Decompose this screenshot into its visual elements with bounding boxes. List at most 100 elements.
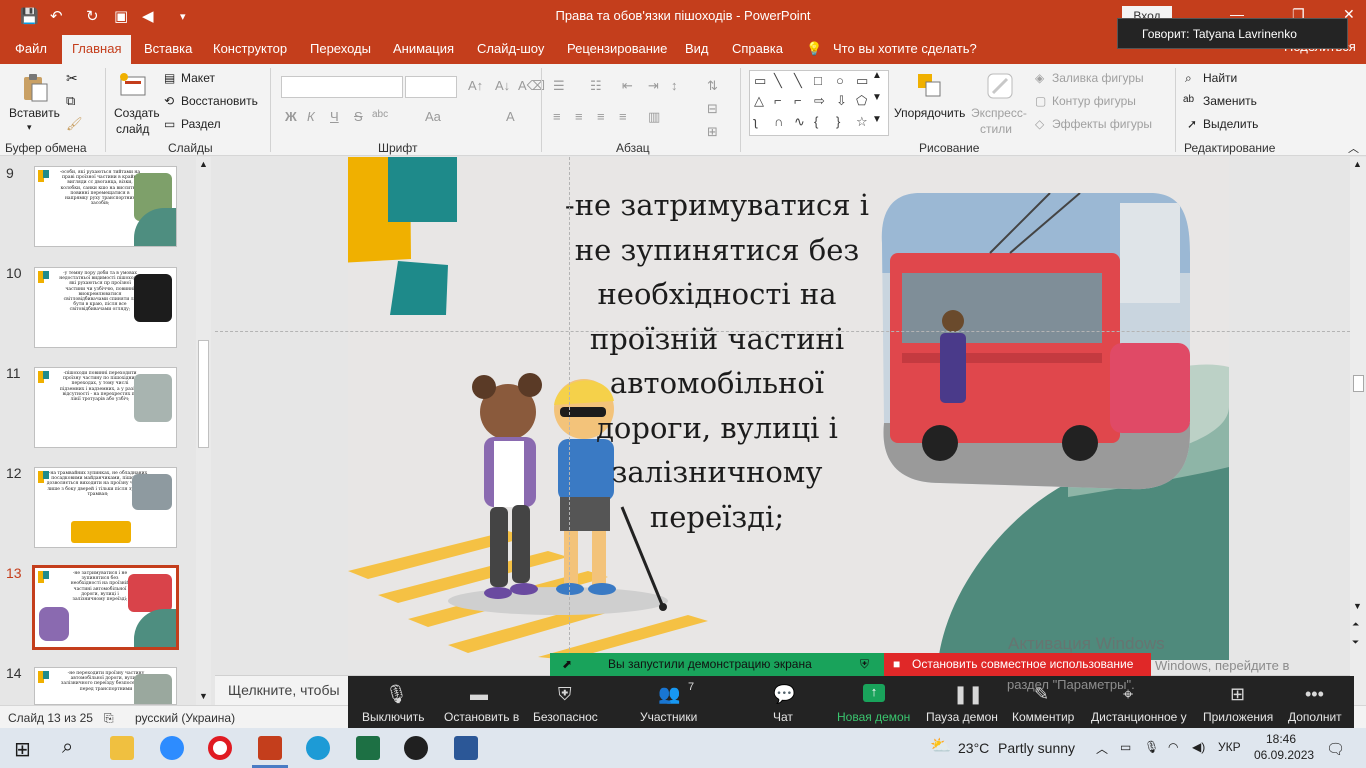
media-player-icon[interactable]	[404, 736, 428, 760]
previous-slide-icon[interactable]: ⏶	[1352, 619, 1359, 630]
underline-button[interactable]: Ч	[330, 109, 339, 124]
section-button[interactable]: Раздел	[181, 117, 221, 131]
share-screen-icon[interactable]: ↑	[863, 684, 885, 702]
scroll-up-icon[interactable]: ▲	[199, 159, 208, 169]
collapse-ribbon-icon[interactable]: ︿	[1348, 140, 1359, 156]
copy-icon[interactable]: ⧉	[66, 93, 75, 109]
replace-button[interactable]: Заменить	[1203, 94, 1257, 108]
slide-thumbnail-11[interactable]: -пішоходи повинні переходити проїзну час…	[34, 367, 177, 448]
file-explorer-icon[interactable]	[110, 736, 134, 760]
new-share-button[interactable]: Новая демон	[837, 710, 910, 724]
align-center-icon[interactable]: ≡	[575, 109, 583, 124]
scroll-thumb[interactable]	[1353, 375, 1364, 392]
powerpoint-icon[interactable]	[258, 736, 282, 760]
windows-start-icon[interactable]: ⊞	[14, 737, 31, 762]
clock-time[interactable]: 18:46	[1266, 732, 1296, 746]
change-case-button[interactable]: Aa	[425, 109, 441, 124]
quick-styles-icon[interactable]	[985, 71, 1015, 101]
numbering-icon[interactable]: ☷	[590, 78, 602, 94]
pause-icon[interactable]: ❚❚	[953, 684, 983, 705]
edge-icon[interactable]	[306, 736, 330, 760]
paste-button[interactable]: Вставить	[9, 106, 60, 120]
shape-effects-icon[interactable]: ◇	[1035, 117, 1044, 131]
align-text-icon[interactable]: ⊟	[707, 101, 718, 117]
quick-styles-button[interactable]: Экспресс-	[971, 106, 1027, 120]
weather-temp[interactable]: 23°C	[958, 740, 989, 756]
tab-design[interactable]: Конструктор	[213, 41, 287, 56]
shape-effects-button[interactable]: Эффекты фигуры	[1052, 117, 1152, 131]
paste-icon[interactable]	[20, 72, 50, 102]
shape-outline-button[interactable]: Контур фигуры	[1052, 94, 1136, 108]
show-hidden-icons[interactable]: ︿	[1096, 740, 1108, 757]
spellcheck-icon[interactable]: ⎘	[104, 711, 114, 726]
keyboard-language[interactable]: УКР	[1218, 740, 1241, 754]
tab-slideshow[interactable]: Слайд-шоу	[477, 41, 544, 56]
more-button[interactable]: Дополнит	[1288, 710, 1342, 724]
search-icon[interactable]: ⌕	[62, 736, 73, 759]
pause-share-button[interactable]: Пауза демон	[926, 710, 998, 724]
excel-icon[interactable]	[356, 736, 380, 760]
microphone-icon[interactable]: 🎙	[385, 684, 408, 705]
current-slide[interactable]: -не затримуватися і не зупинятися без не…	[348, 157, 1229, 660]
chat-button[interactable]: Чат	[773, 710, 793, 724]
italic-button[interactable]: К	[307, 109, 315, 124]
shape-outline-icon[interactable]: ▢	[1035, 94, 1046, 108]
shape-fill-button[interactable]: Заливка фигуры	[1052, 71, 1144, 85]
font-size-dropdown[interactable]	[405, 76, 457, 98]
weather-icon[interactable]: ⛅	[930, 736, 951, 756]
scroll-down-icon[interactable]: ▼	[199, 691, 208, 701]
tab-animation[interactable]: Анимация	[393, 41, 454, 56]
opera-icon[interactable]	[208, 736, 232, 760]
new-slide-button[interactable]: Создать	[114, 106, 160, 120]
line-spacing-icon[interactable]: ↕	[671, 78, 678, 93]
find-button[interactable]: Найти	[1203, 71, 1237, 85]
find-icon[interactable]: ⌕	[1185, 71, 1192, 86]
battery-icon[interactable]: ▭	[1120, 740, 1131, 754]
remote-control-button[interactable]: Дистанционное у	[1091, 710, 1187, 724]
select-button[interactable]: Выделить	[1203, 117, 1258, 131]
font-family-dropdown[interactable]	[281, 76, 403, 98]
chat-icon[interactable]: 💬	[773, 684, 795, 705]
word-icon[interactable]	[454, 736, 478, 760]
align-left-icon[interactable]: ≡	[553, 109, 561, 124]
quick-styles-button-line2[interactable]: стили	[980, 122, 1012, 136]
layout-button[interactable]: Макет	[181, 71, 215, 85]
apps-icon[interactable]: ⊞	[1230, 684, 1245, 705]
cut-icon[interactable]: ✂	[66, 70, 78, 87]
gallery-more-icon[interactable]: ▼	[872, 114, 882, 125]
shape-fill-icon[interactable]: ◈	[1035, 71, 1044, 85]
scroll-thumb[interactable]	[198, 340, 209, 448]
slide-thumbnail-12[interactable]: -на трамвайних зупинках, не обладнаних п…	[34, 467, 177, 548]
grow-font-icon[interactable]: A↑	[468, 78, 483, 93]
section-icon[interactable]: ▭	[164, 117, 175, 131]
select-icon[interactable]: ➚	[1187, 117, 1197, 131]
decrease-indent-icon[interactable]: ⇤	[622, 78, 633, 94]
tab-file[interactable]: Файл	[15, 41, 47, 56]
scroll-up-icon[interactable]: ▲	[1353, 159, 1362, 169]
stop-video-button[interactable]: Остановить в	[444, 710, 519, 724]
tab-help[interactable]: Справка	[732, 41, 783, 56]
annotate-button[interactable]: Комментир	[1012, 710, 1074, 724]
reset-button[interactable]: Восстановить	[181, 94, 258, 108]
strikethrough-button[interactable]: S	[354, 109, 363, 124]
bullets-icon[interactable]: ☰	[553, 78, 565, 94]
horizontal-guide[interactable]	[215, 331, 1350, 332]
language-indicator[interactable]: русский (Украина)	[135, 711, 235, 725]
shapes-gallery[interactable]: ▭ ╲ ╲ □ ○ ▭ △ ⌐ ⌐ ⇨ ⇩ ⬠ ʅ ∩ ∿{} ☆	[749, 70, 889, 136]
tab-view[interactable]: Вид	[685, 41, 709, 56]
slide-thumbnail-9[interactable]: -особи, які рухаються тийтами на праві п…	[34, 166, 177, 247]
shrink-font-icon[interactable]: A↓	[495, 78, 510, 93]
arrange-button[interactable]: Упорядочить	[894, 106, 965, 120]
tab-transitions[interactable]: Переходы	[310, 41, 371, 56]
participants-icon[interactable]: 👥	[658, 684, 680, 705]
slide-scrollbar[interactable]: ▲ ▼ ⏶ ⏷	[1350, 157, 1366, 705]
char-spacing-button[interactable]: abc	[372, 109, 388, 120]
apps-button[interactable]: Приложения	[1203, 710, 1273, 724]
wifi-icon[interactable]: ◠	[1168, 740, 1178, 754]
font-color-button[interactable]: A	[506, 109, 515, 124]
tab-home[interactable]: Главная	[62, 35, 132, 64]
notes-placeholder[interactable]: Щелкните, чтобы	[228, 682, 340, 698]
gallery-down-icon[interactable]: ▼	[872, 92, 882, 103]
text-direction-icon[interactable]: ⇅	[707, 78, 718, 94]
new-slide-icon[interactable]	[118, 71, 148, 101]
